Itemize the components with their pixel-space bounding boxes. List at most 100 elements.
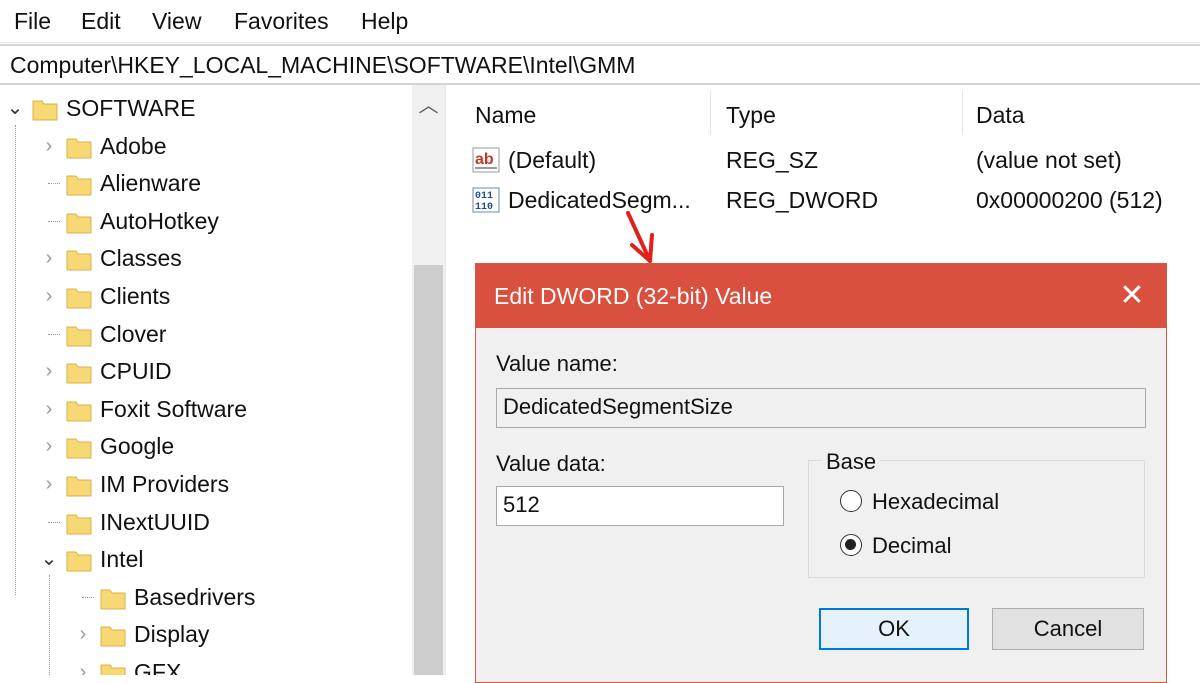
- tree-item[interactable]: › Clients: [0, 277, 410, 315]
- tree-item[interactable]: › Display: [0, 615, 410, 653]
- tree-item[interactable]: › GFX: [0, 653, 410, 675]
- tree-item-label[interactable]: SOFTWARE: [66, 89, 195, 127]
- base-groupbox: [808, 460, 1145, 578]
- menu-favorites[interactable]: Favorites: [232, 4, 331, 38]
- binary-value-icon: 011 110: [472, 187, 500, 213]
- menu-edit[interactable]: Edit: [79, 4, 123, 38]
- tree-item-label[interactable]: AutoHotkey: [100, 202, 219, 240]
- radio-button-unselected[interactable]: [840, 490, 862, 512]
- folder-icon: [66, 288, 92, 309]
- tree-scrollbar[interactable]: ︿: [412, 85, 445, 675]
- tree-item-label[interactable]: Foxit Software: [100, 390, 247, 428]
- menu-help[interactable]: Help: [359, 4, 410, 38]
- tree-item-label[interactable]: Display: [134, 615, 209, 653]
- tree-item-label[interactable]: Google: [100, 427, 174, 465]
- tree-item[interactable]: › Adobe: [0, 127, 410, 165]
- collapsed-chevron-icon[interactable]: ›: [40, 352, 58, 390]
- folder-icon: [66, 213, 92, 234]
- tree-item[interactable]: Alienware: [0, 164, 410, 202]
- tree-item-label[interactable]: Intel: [100, 540, 143, 578]
- tree-item[interactable]: INextUUID: [0, 503, 410, 541]
- tree-dotted-line: [15, 125, 16, 595]
- column-separator[interactable]: [710, 91, 711, 135]
- tree-item[interactable]: ⌄ Intel: [0, 540, 410, 578]
- folder-icon: [100, 626, 126, 647]
- value-name-label: Value name:: [496, 351, 618, 376]
- column-header-type[interactable]: Type: [726, 97, 776, 133]
- tree-item-label[interactable]: GFX: [134, 653, 181, 675]
- collapsed-chevron-icon[interactable]: ›: [40, 465, 58, 503]
- tree-dotted-line: [82, 596, 94, 598]
- tree-item-label[interactable]: CPUID: [100, 352, 172, 390]
- address-path[interactable]: Computer\HKEY_LOCAL_MACHINE\SOFTWARE\Int…: [10, 50, 635, 80]
- folder-icon: [66, 363, 92, 384]
- dialog-title: Edit DWORD (32-bit) Value: [494, 283, 773, 309]
- tree-dotted-line: [48, 183, 60, 185]
- address-bar[interactable]: Computer\HKEY_LOCAL_MACHINE\SOFTWARE\Int…: [0, 44, 1200, 85]
- registry-tree: ⌄ SOFTWARE › Adobe Alienware AutoHotkey › Class…: [0, 85, 446, 675]
- tree-connector: [40, 503, 60, 541]
- value-type: REG_SZ: [726, 147, 819, 173]
- tree-item[interactable]: Clover: [0, 315, 410, 353]
- collapsed-chevron-icon[interactable]: ›: [74, 653, 92, 675]
- tree-connector: [40, 315, 60, 353]
- tree-dotted-line: [49, 575, 50, 675]
- tree-item[interactable]: Basedrivers: [0, 578, 410, 616]
- value-data-input[interactable]: 512: [496, 486, 784, 526]
- radio-button-selected[interactable]: [840, 534, 862, 556]
- radio-dec-label[interactable]: Decimal: [872, 532, 951, 560]
- tree-item[interactable]: › IM Providers: [0, 465, 410, 503]
- expanded-chevron-icon[interactable]: ⌄: [40, 540, 58, 578]
- tree-item[interactable]: AutoHotkey: [0, 202, 410, 240]
- tree-item-label[interactable]: Clover: [100, 315, 166, 353]
- value-data: (value not set): [976, 147, 1122, 173]
- scroll-up-arrow-icon[interactable]: ︿: [412, 91, 445, 121]
- tree-item[interactable]: ⌄ SOFTWARE: [0, 89, 410, 127]
- folder-icon: [66, 138, 92, 159]
- scroll-thumb[interactable]: [414, 265, 443, 675]
- tree-item-label[interactable]: Classes: [100, 239, 182, 277]
- column-header-data[interactable]: Data: [976, 97, 1025, 133]
- ok-button[interactable]: OK: [819, 608, 969, 650]
- close-icon[interactable]: ✕: [1112, 276, 1152, 316]
- column-separator[interactable]: [962, 91, 963, 135]
- svg-text:ab: ab: [475, 151, 494, 168]
- value-row-default[interactable]: ab (Default) REG_SZ (value not set): [458, 141, 1200, 179]
- tree-item-label[interactable]: IM Providers: [100, 465, 229, 503]
- collapsed-chevron-icon[interactable]: ›: [40, 127, 58, 165]
- value-name: (Default): [508, 147, 597, 173]
- menu-file[interactable]: File: [12, 4, 53, 38]
- collapsed-chevron-icon[interactable]: ›: [40, 239, 58, 277]
- dialog-title-bar[interactable]: Edit DWORD (32-bit) Value ✕: [476, 264, 1166, 328]
- expanded-chevron-icon[interactable]: ⌄: [6, 89, 24, 127]
- tree-item-label[interactable]: Alienware: [100, 164, 201, 202]
- tree-item-label[interactable]: Basedrivers: [134, 578, 255, 616]
- column-header-name[interactable]: Name: [475, 97, 536, 133]
- folder-icon: [66, 476, 92, 497]
- tree-item[interactable]: › Foxit Software: [0, 390, 410, 428]
- cancel-button[interactable]: Cancel: [992, 608, 1144, 650]
- collapsed-chevron-icon[interactable]: ›: [40, 427, 58, 465]
- tree-item[interactable]: › Classes: [0, 239, 410, 277]
- value-name-field[interactable]: DedicatedSegmentSize: [496, 388, 1146, 428]
- string-value-icon: ab: [472, 147, 500, 173]
- tree-item[interactable]: › CPUID: [0, 352, 410, 390]
- tree-dotted-line: [48, 333, 60, 335]
- folder-icon: [66, 401, 92, 422]
- value-row-dedicated-segment[interactable]: 011 110 DedicatedSegm... REG_DWORD 0x000…: [458, 181, 1200, 219]
- radio-hex-label[interactable]: Hexadecimal: [872, 488, 999, 516]
- folder-icon: [66, 175, 92, 196]
- menu-view[interactable]: View: [150, 4, 203, 38]
- tree-connector: [40, 202, 60, 240]
- svg-text:011: 011: [475, 191, 493, 202]
- tree-dotted-line: [48, 220, 60, 222]
- tree-item-label[interactable]: Adobe: [100, 127, 167, 165]
- tree-item-label[interactable]: Clients: [100, 277, 170, 315]
- tree-item-label[interactable]: INextUUID: [100, 503, 210, 541]
- collapsed-chevron-icon[interactable]: ›: [40, 277, 58, 315]
- pane-splitter[interactable]: [445, 85, 459, 675]
- svg-text:110: 110: [475, 202, 493, 213]
- tree-item[interactable]: › Google: [0, 427, 410, 465]
- collapsed-chevron-icon[interactable]: ›: [40, 390, 58, 428]
- collapsed-chevron-icon[interactable]: ›: [74, 615, 92, 653]
